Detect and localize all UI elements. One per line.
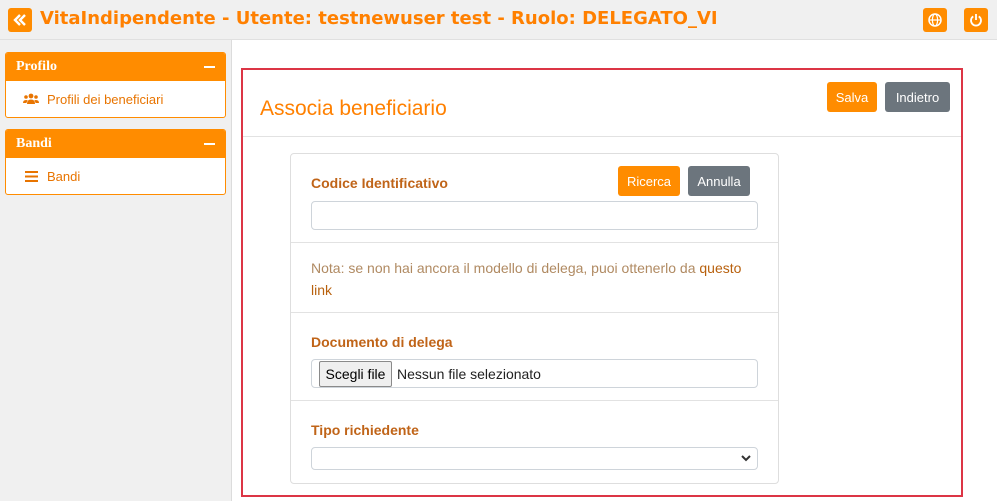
section-divider [291,400,778,401]
panel-header-profilo[interactable]: Profilo [6,53,225,81]
double-chevron-left-icon[interactable] [8,8,32,32]
collapse-icon[interactable] [203,138,215,150]
codice-input[interactable] [311,201,758,230]
file-status: Nessun file selezionato [397,366,541,382]
delega-note: Nota: se non hai ancora il modello di de… [311,257,751,301]
codice-label: Codice Identificativo [311,175,448,191]
sidebar-panel-bandi: Bandi Bandi [5,129,226,195]
top-bar: VitaIndipendente - Utente: testnewuser t… [0,0,997,40]
tipo-select[interactable] [311,447,758,470]
collapse-icon[interactable] [203,61,215,73]
app-title: VitaIndipendente - Utente: testnewuser t… [40,8,718,29]
tipo-label: Tipo richiedente [311,422,419,438]
note-text: Nota: se non hai ancora il modello di de… [311,260,696,276]
search-button[interactable]: Ricerca [618,166,680,196]
users-icon [23,93,39,105]
sidebar-item-label: Profili dei beneficiari [47,91,164,107]
sidebar-item-profili-beneficiari[interactable]: Profili dei beneficiari [6,81,225,117]
section-divider [291,242,778,243]
sidebar-item-label: Bandi [47,168,81,184]
page-title: Associa beneficiario [260,97,447,120]
power-icon[interactable] [964,8,988,32]
save-button[interactable]: Salva [827,82,877,112]
panel-title-profilo: Profilo [16,59,57,74]
globe-icon[interactable] [923,8,947,32]
panel-header-bandi[interactable]: Bandi [6,130,225,158]
sidebar-panel-profilo: Profilo Profili dei beneficiari [5,52,226,118]
sidebar-item-bandi[interactable]: Bandi [6,158,225,194]
header-divider [243,136,961,137]
back-button[interactable]: Indietro [885,82,950,112]
panel-title-bandi: Bandi [16,136,52,151]
documento-label: Documento di delega [311,334,453,350]
section-divider [291,312,778,313]
cancel-button[interactable]: Annulla [688,166,750,196]
chevron-down-icon [741,455,751,462]
list-icon [23,170,39,182]
sidebar: Profilo Profili dei beneficiari Bandi Ba… [0,40,232,501]
choose-file-button[interactable]: Scegli file [319,361,392,387]
